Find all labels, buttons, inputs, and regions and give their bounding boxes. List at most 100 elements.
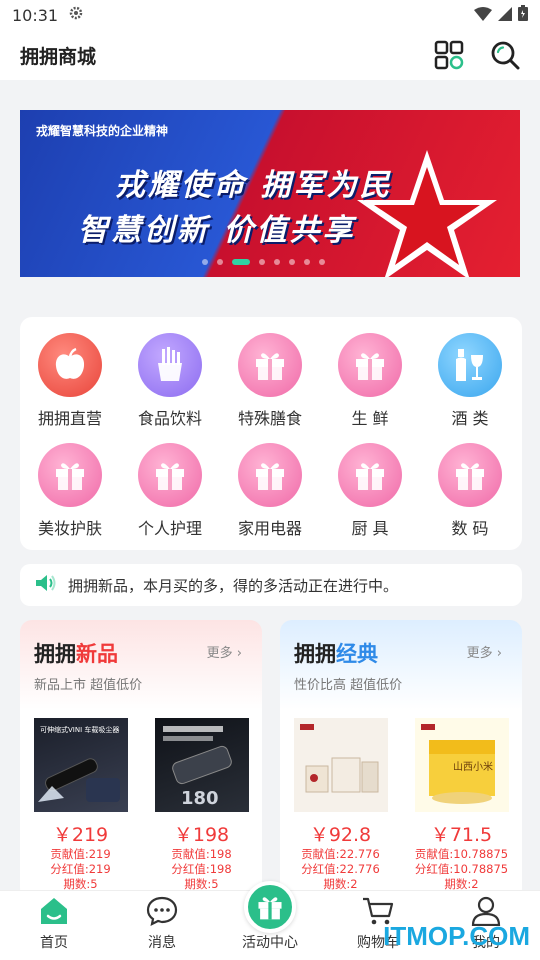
new-products-section: 拥拥新品 更多 › 新品上市 超值低价 可伸缩式VINI 车载吸尘器 ￥219 … <box>20 620 262 900</box>
gift-icon <box>238 333 302 397</box>
category-item[interactable]: 酒 类 <box>420 333 520 443</box>
product-contribution: 贡献值:22.776 <box>301 847 380 861</box>
product-card[interactable]: ￥92.8 贡献值:22.776 分红值:22.776 期数:2 <box>280 718 401 892</box>
banner-dot[interactable] <box>217 259 223 265</box>
category-label: 数 码 <box>451 519 489 538</box>
product-image-text: 180 <box>181 788 219 809</box>
apple-icon <box>38 333 102 397</box>
megaphone-icon <box>34 573 56 597</box>
gift-icon <box>38 443 102 507</box>
category-item[interactable]: 美妆护肤 <box>20 443 120 553</box>
gift-box-product-image <box>293 718 388 812</box>
chevron-right-icon: › <box>496 646 502 661</box>
category-item[interactable]: 个人护理 <box>120 443 220 553</box>
banner-pagination <box>202 259 325 265</box>
promo-banner[interactable]: 戎耀智慧科技的企业精神 戎耀使命 拥军为民 智慧创新 价值共享 <box>20 110 520 277</box>
product-dividend: 分红值:10.78875 <box>414 862 509 876</box>
home-icon <box>38 894 70 928</box>
product-contribution: 贡献值:10.78875 <box>414 847 509 861</box>
notice-bar[interactable]: 拥拥新品，本月买的多，得的多活动正在进行中。 <box>20 564 522 606</box>
banner-dot[interactable] <box>319 259 325 265</box>
gift-icon <box>438 443 502 507</box>
banner-dot-active[interactable] <box>232 259 250 265</box>
app-title: 拥拥商城 <box>20 45 97 68</box>
status-bar: 10:31 <box>0 0 540 30</box>
category-label: 家用电器 <box>237 519 302 538</box>
section-title-prefix: 拥拥 <box>294 642 336 666</box>
category-item[interactable]: 拥拥直营 <box>20 333 120 443</box>
category-label: 厨 具 <box>351 519 389 538</box>
banner-dot[interactable] <box>289 259 295 265</box>
wifi-icon <box>474 6 492 25</box>
more-label: 更多 <box>206 646 233 661</box>
classic-products-section: 拥拥经典 更多 › 性价比高 超值低价 ￥92.8 贡献值:22.776 分红值… <box>280 620 522 900</box>
tab-label: 活动中心 <box>242 935 298 951</box>
section-title-prefix: 拥拥 <box>34 642 76 666</box>
section-title-accent: 新品 <box>76 642 118 666</box>
category-item[interactable]: 数 码 <box>420 443 520 553</box>
category-item[interactable]: 生 鲜 <box>320 333 420 443</box>
product-card[interactable]: 180 ￥198 贡献值:198 分红值:198 期数:5 <box>141 718 262 892</box>
gift-icon <box>338 443 402 507</box>
more-link[interactable]: 更多 › <box>207 642 242 661</box>
tab-home[interactable]: 首页 <box>0 891 108 960</box>
product-price: ￥71.5 <box>430 824 493 846</box>
category-item[interactable]: 食品饮料 <box>120 333 220 443</box>
product-card[interactable]: 可伸缩式VINI 车载吸尘器 ￥219 贡献值:219 分红值:219 期数:5 <box>20 718 141 892</box>
section-subtitle: 性价比高 超值低价 <box>294 678 403 693</box>
product-image-text: 可伸缩式VINI 车载吸尘器 <box>40 725 119 734</box>
gift-icon <box>338 333 402 397</box>
pump-product-image: 180 <box>154 718 249 812</box>
gift-icon <box>138 443 202 507</box>
section-title: 拥拥经典 <box>294 638 378 668</box>
product-dividend: 分红值:198 <box>171 862 232 876</box>
category-item[interactable]: 特殊膳食 <box>220 333 320 443</box>
vacuum-product-image: 可伸缩式VINI 车载吸尘器 <box>33 718 128 812</box>
fries-icon <box>138 333 202 397</box>
more-link[interactable]: 更多 › <box>467 642 502 661</box>
tab-activity-center[interactable]: 活动中心 <box>216 881 324 960</box>
banner-dot[interactable] <box>304 259 310 265</box>
status-time: 10:31 <box>12 5 59 25</box>
tab-messages[interactable]: 消息 <box>108 891 216 960</box>
banner-headline-1: 戎耀使命 拥军为民 <box>115 168 393 203</box>
tab-label: 消息 <box>148 935 176 951</box>
search-icon[interactable] <box>490 40 520 70</box>
watermark-text: ITMOP.COM <box>383 921 530 951</box>
product-card[interactable]: 山西小米 ￥71.5 贡献值:10.78875 分红值:10.78875 期数:… <box>401 718 522 892</box>
message-icon <box>146 894 178 928</box>
product-contribution: 贡献值:198 <box>171 847 232 861</box>
banner-top-text: 戎耀智慧科技的企业精神 <box>36 124 169 138</box>
category-label: 酒 类 <box>451 409 489 428</box>
section-title: 拥拥新品 <box>34 638 118 668</box>
category-grid-icon[interactable] <box>434 40 464 70</box>
banner-dot[interactable] <box>274 259 280 265</box>
category-label: 特殊膳食 <box>237 409 302 428</box>
battery-icon <box>518 5 528 25</box>
settings-gear-icon <box>68 5 84 25</box>
app-header: 拥拥商城 <box>0 30 540 80</box>
category-item[interactable]: 厨 具 <box>320 443 420 553</box>
product-price: ￥198 <box>173 824 230 846</box>
category-label: 生 鲜 <box>351 409 389 428</box>
category-item[interactable]: 家用电器 <box>220 443 320 553</box>
banner-dot[interactable] <box>259 259 265 265</box>
product-image-text: 山西小米 <box>453 760 493 773</box>
banner-headline-2: 智慧创新 价值共享 <box>78 213 356 248</box>
product-dividend: 分红值:219 <box>50 862 111 876</box>
gift-icon <box>238 443 302 507</box>
banner-dot[interactable] <box>202 259 208 265</box>
more-label: 更多 <box>466 646 493 661</box>
notice-text: 拥拥新品，本月买的多，得的多活动正在进行中。 <box>68 576 399 595</box>
gift-icon <box>244 881 296 933</box>
millet-product-image: 山西小米 <box>414 718 509 812</box>
wine-icon <box>438 333 502 397</box>
tab-label: 首页 <box>40 935 68 951</box>
chevron-right-icon: › <box>236 646 242 661</box>
section-subtitle: 新品上市 超值低价 <box>34 678 143 693</box>
product-contribution: 贡献值:219 <box>50 847 111 861</box>
product-price: ￥219 <box>52 824 109 846</box>
product-dividend: 分红值:22.776 <box>301 862 380 876</box>
category-label: 美妆护肤 <box>37 519 102 538</box>
category-card: 拥拥直营 食品饮料 特殊膳食 生 鲜 酒 类 美妆护肤 个人护理 家用电器 厨 … <box>20 317 522 550</box>
